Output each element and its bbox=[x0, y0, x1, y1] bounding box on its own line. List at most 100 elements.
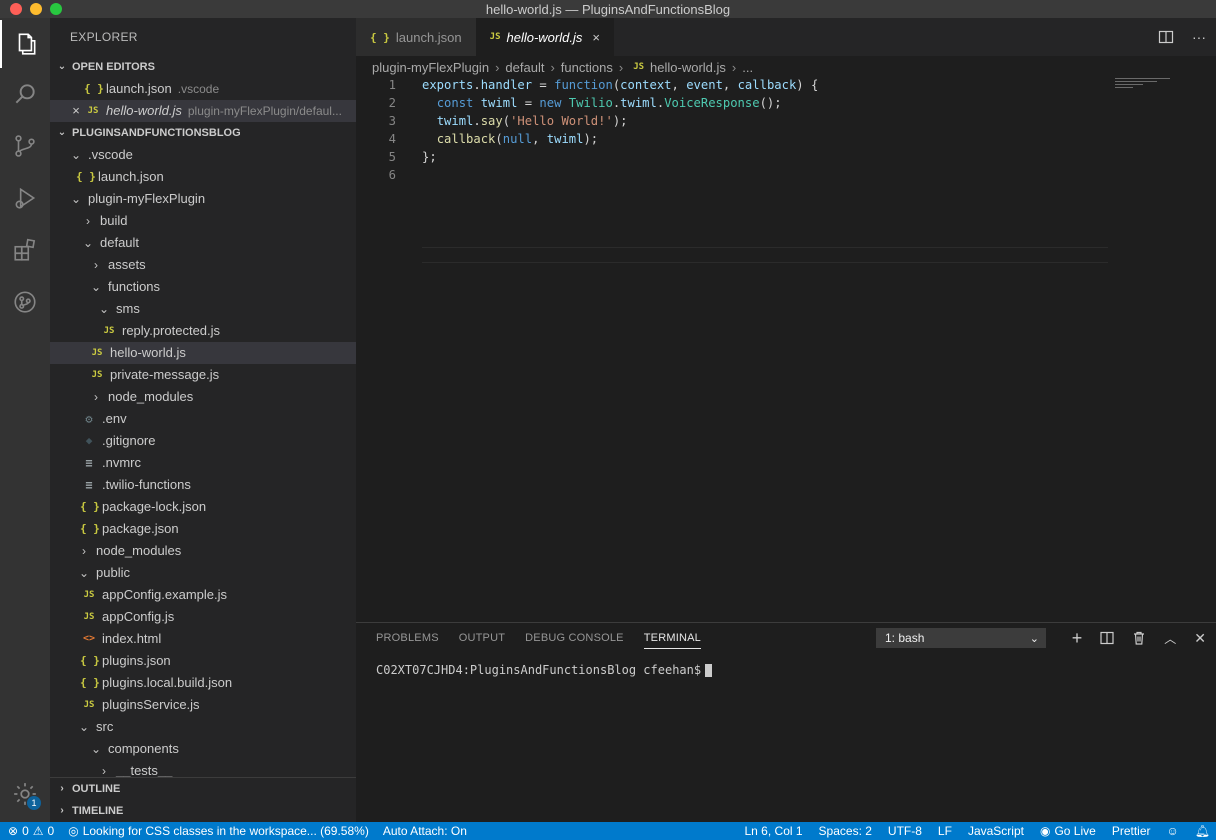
tree-folder[interactable]: ⌄ sms bbox=[50, 298, 356, 320]
workspace-header[interactable]: ⌄ PLUGINSANDFUNCTIONSBLOG bbox=[50, 122, 356, 144]
code-line: 2 const twiml = new Twilio.twiml.VoiceRe… bbox=[356, 94, 1216, 112]
tree-file[interactable]: JS hello-world.js bbox=[50, 342, 356, 364]
close-window-button[interactable] bbox=[10, 3, 22, 15]
open-editor-desc: plugin-myFlexPlugin/defaul... bbox=[187, 104, 342, 118]
tree-item-label: plugins.json bbox=[102, 653, 171, 668]
explorer-activity-button[interactable] bbox=[0, 20, 50, 68]
tree-folder[interactable]: ⌄ functions bbox=[50, 276, 356, 298]
language-mode[interactable]: JavaScript bbox=[968, 824, 1024, 838]
feedback-icon[interactable]: ☺ bbox=[1167, 824, 1179, 838]
open-editor-item[interactable]: { } launch.json .vscode bbox=[50, 78, 356, 100]
breadcrumb-item[interactable]: ... bbox=[742, 60, 753, 75]
open-editors-header[interactable]: ⌄ OPEN EDITORS bbox=[50, 56, 356, 78]
window-controls bbox=[10, 3, 62, 15]
line-number: 3 bbox=[388, 114, 396, 128]
tree-file[interactable]: { } plugins.json bbox=[50, 650, 356, 672]
tree-folder[interactable]: ⌄ default bbox=[50, 232, 356, 254]
tree-folder[interactable]: › assets bbox=[50, 254, 356, 276]
tree-folder[interactable]: › node_modules bbox=[50, 386, 356, 408]
tree-file[interactable]: JS appConfig.js bbox=[50, 606, 356, 628]
source-control-activity-button[interactable] bbox=[0, 122, 50, 170]
split-editor-icon[interactable] bbox=[1158, 29, 1174, 45]
tree-folder[interactable]: ⌄ src bbox=[50, 716, 356, 738]
tab-problems[interactable]: PROBLEMS bbox=[376, 632, 439, 644]
tree-file[interactable]: JS appConfig.example.js bbox=[50, 584, 356, 606]
prettier-status[interactable]: Prettier bbox=[1112, 824, 1151, 838]
tree-file[interactable]: ◆ .gitignore bbox=[50, 430, 356, 452]
go-live-button[interactable]: ◉ Go Live bbox=[1040, 824, 1096, 838]
terminal-select[interactable]: 1: bash ⌄ bbox=[876, 628, 1046, 648]
eye-icon: ◎ bbox=[68, 824, 79, 838]
tree-file[interactable]: ≡ .twilio-functions bbox=[50, 474, 356, 496]
problems-status[interactable]: ⊗ 0 ⚠ 0 bbox=[8, 824, 54, 838]
tab-terminal[interactable]: TERMINAL bbox=[643, 632, 701, 649]
minimap[interactable] bbox=[1115, 76, 1210, 88]
tree-file[interactable]: ⚙ .env bbox=[50, 408, 356, 430]
tree-file[interactable]: { } package.json bbox=[50, 518, 356, 540]
tree-file[interactable]: { } plugins.local.build.json bbox=[50, 672, 356, 694]
sidebar-title: EXPLORER bbox=[70, 30, 138, 44]
tab-debug-console[interactable]: DEBUG CONSOLE bbox=[525, 632, 624, 644]
tree-file[interactable]: JS reply.protected.js bbox=[50, 320, 356, 342]
encoding[interactable]: UTF-8 bbox=[888, 824, 922, 838]
bell-icon[interactable]: 🔔︎ bbox=[1195, 824, 1210, 838]
breadcrumb-item[interactable]: default bbox=[505, 60, 544, 75]
breadcrumb-item[interactable]: functions bbox=[561, 60, 613, 75]
breadcrumb-item[interactable]: plugin-myFlexPlugin bbox=[372, 60, 489, 75]
manage-activity-button[interactable]: 1 bbox=[0, 770, 50, 818]
error-count: 0 bbox=[22, 824, 29, 838]
tree-folder[interactable]: › node_modules bbox=[50, 540, 356, 562]
current-line-highlight bbox=[422, 247, 1108, 263]
tab-output[interactable]: OUTPUT bbox=[459, 632, 505, 644]
tab-launch-json[interactable]: { } launch.json bbox=[356, 18, 476, 56]
tree-file[interactable]: { } package-lock.json bbox=[50, 496, 356, 518]
tree-item-label: public bbox=[96, 565, 130, 580]
code-text: }; bbox=[422, 150, 437, 164]
progress-status[interactable]: ◎ Looking for CSS classes in the workspa… bbox=[68, 824, 369, 838]
extensions-activity-button[interactable] bbox=[0, 226, 50, 274]
tree-folder[interactable]: ⌄ plugin-myFlexPlugin bbox=[50, 188, 356, 210]
tree-file[interactable]: ≡ .nvmrc bbox=[50, 452, 356, 474]
terminal-cursor bbox=[705, 664, 713, 677]
tree-folder[interactable]: ⌄ components bbox=[50, 738, 356, 760]
line-number: 6 bbox=[388, 168, 396, 182]
title-bar: hello-world.js — PluginsAndFunctionsBlog bbox=[0, 0, 1216, 18]
tree-folder[interactable]: › build bbox=[50, 210, 356, 232]
tree-item-label: appConfig.js bbox=[102, 609, 175, 624]
code-editor[interactable]: 1 exports.handler = function(context, eve… bbox=[356, 76, 1216, 616]
chevron-up-icon[interactable]: ︿ bbox=[1164, 630, 1176, 647]
close-icon[interactable]: × bbox=[592, 30, 600, 45]
line-number: 1 bbox=[388, 78, 396, 92]
tree-folder[interactable]: ⌄ .vscode bbox=[50, 144, 356, 166]
new-terminal-icon[interactable]: + bbox=[1072, 628, 1083, 649]
tree-file[interactable]: { } launch.json bbox=[50, 166, 356, 188]
breadcrumb-item[interactable]: hello-world.js bbox=[650, 60, 726, 75]
close-icon[interactable]: ✕ bbox=[1194, 630, 1206, 647]
search-activity-button[interactable] bbox=[0, 70, 50, 118]
tree-item-label: plugins.local.build.json bbox=[102, 675, 233, 690]
open-editor-item[interactable]: × JS hello-world.js plugin-myFlexPlugin/… bbox=[50, 100, 356, 122]
tree-file[interactable]: <> index.html bbox=[50, 628, 356, 650]
run-debug-activity-button[interactable] bbox=[0, 174, 50, 222]
tree-file[interactable]: JS private-message.js bbox=[50, 364, 356, 386]
tree-file[interactable]: JS pluginsService.js bbox=[50, 694, 356, 716]
trash-icon[interactable] bbox=[1132, 631, 1146, 645]
outline-header[interactable]: › OUTLINE bbox=[50, 778, 356, 800]
auto-attach-status[interactable]: Auto Attach: On bbox=[383, 824, 467, 838]
tab-hello-world-js[interactable]: JS hello-world.js × bbox=[475, 18, 614, 56]
line-ending[interactable]: LF bbox=[938, 824, 952, 838]
indentation[interactable]: Spaces: 2 bbox=[819, 824, 872, 838]
tree-item-label: .gitignore bbox=[102, 433, 156, 448]
close-icon[interactable]: × bbox=[68, 100, 84, 122]
more-actions-icon[interactable]: ··· bbox=[1192, 29, 1206, 45]
timeline-header[interactable]: › TIMELINE bbox=[50, 800, 356, 822]
cursor-position[interactable]: Ln 6, Col 1 bbox=[745, 824, 803, 838]
terminal[interactable]: C02XT07CJHD4:PluginsAndFunctionsBlog cfe… bbox=[356, 653, 1216, 677]
tree-item-label: src bbox=[96, 719, 114, 734]
tree-folder[interactable]: ⌄ public bbox=[50, 562, 356, 584]
split-terminal-icon[interactable] bbox=[1100, 631, 1114, 645]
maximize-window-button[interactable] bbox=[50, 3, 62, 15]
minimize-window-button[interactable] bbox=[30, 3, 42, 15]
git-graph-activity-button[interactable] bbox=[0, 278, 50, 326]
